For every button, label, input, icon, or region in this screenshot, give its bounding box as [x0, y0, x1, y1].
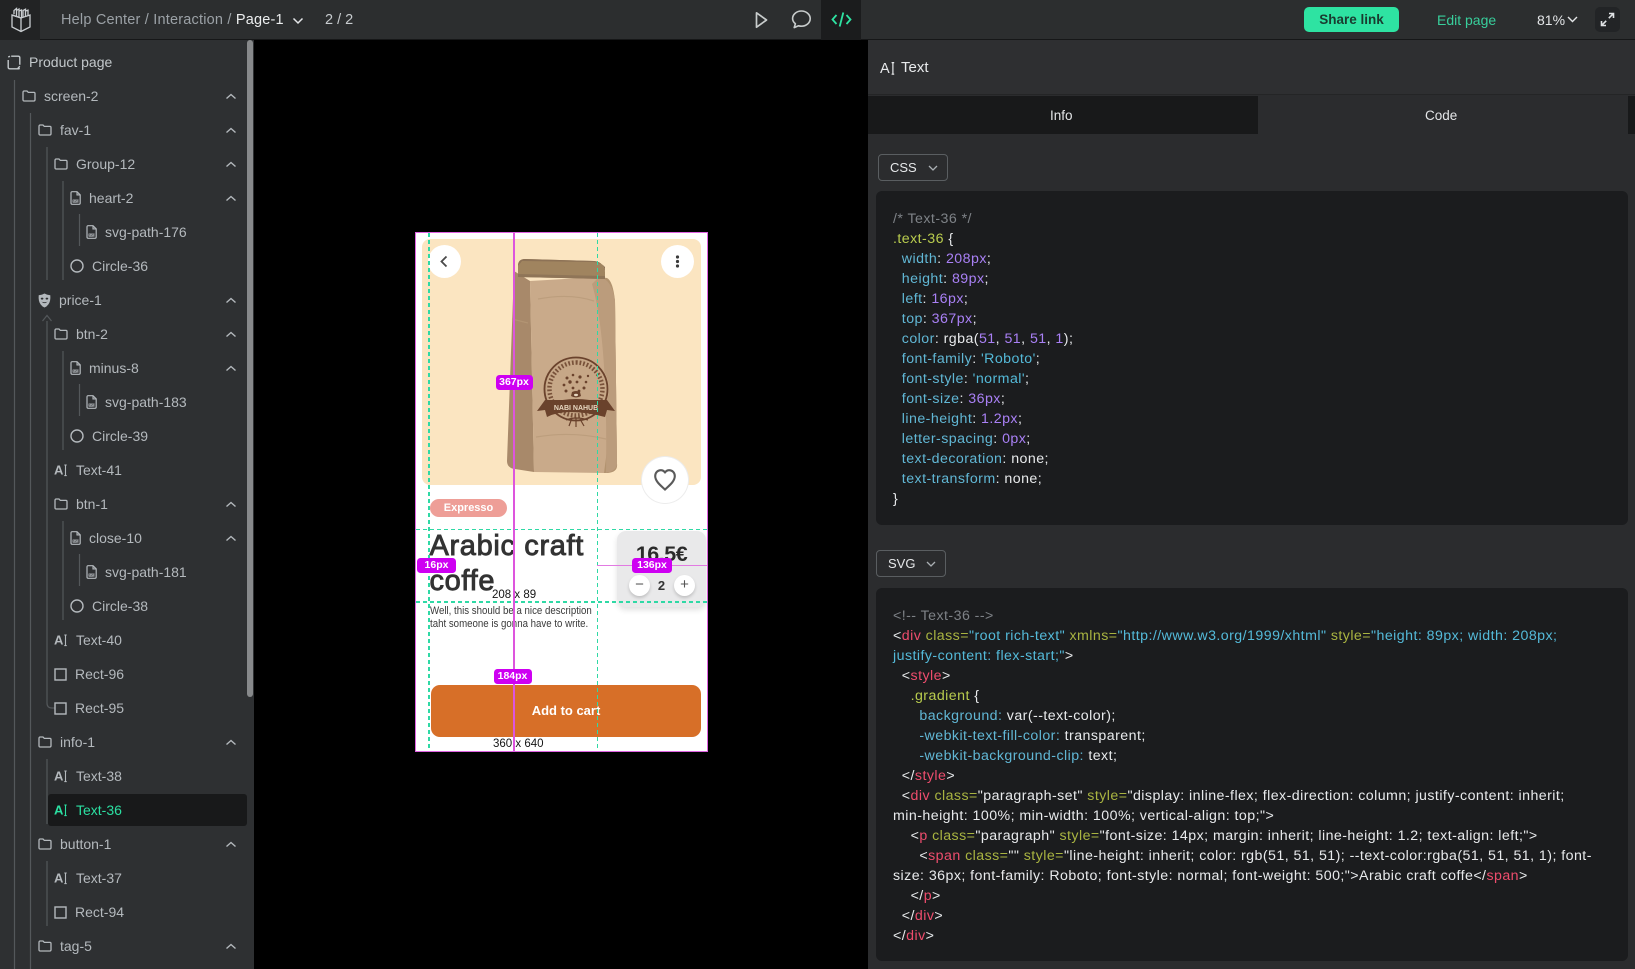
svg-text:A: A — [54, 463, 64, 477]
svg-text:svg: svg — [89, 403, 95, 407]
svg-text:A: A — [54, 803, 64, 817]
svg-text:A: A — [54, 633, 64, 647]
svg-text:A: A — [54, 871, 64, 885]
svg-text:NABI NAHUB: NABI NAHUB — [553, 405, 597, 412]
svg-text:svg: svg — [73, 369, 79, 373]
svg-text:svg: svg — [89, 573, 95, 577]
svg-text:svg: svg — [89, 233, 95, 237]
svg-text:A: A — [54, 769, 64, 783]
svg-text:A: A — [880, 61, 890, 76]
svg-text:svg: svg — [73, 539, 79, 543]
svg-text:svg: svg — [73, 199, 79, 203]
